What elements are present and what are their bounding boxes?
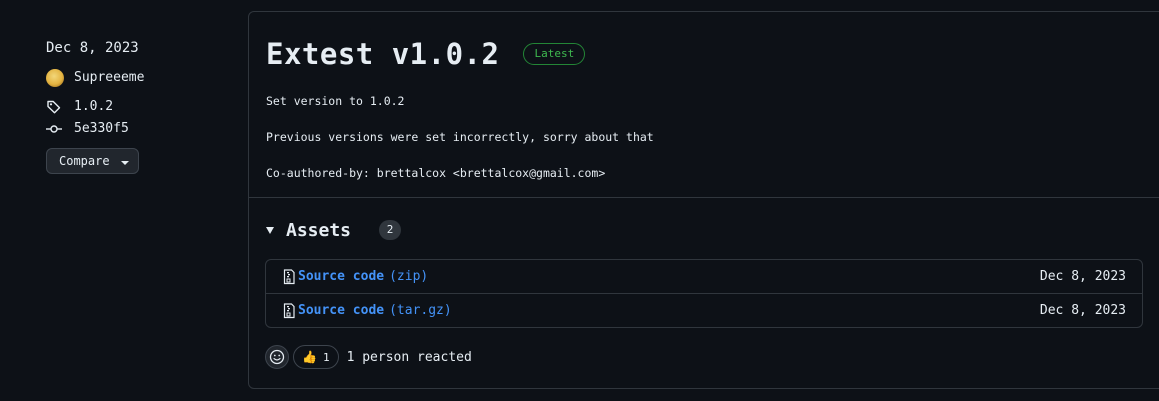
compare-label: Compare (59, 154, 110, 168)
release-notes: Set version to 1.0.2 Previous versions w… (266, 93, 1159, 181)
reaction-count: 1 (322, 350, 330, 364)
asset-date: Dec 8, 2023 (1039, 303, 1126, 318)
file-zip-icon (283, 268, 295, 284)
assets-toggle[interactable]: Assets 2 (265, 218, 1151, 242)
list-item[interactable]: Source code (tar.gz) Dec 8, 2023 (266, 293, 1142, 327)
commit-link[interactable]: 5e330f5 (46, 119, 236, 139)
commit-icon (46, 121, 62, 137)
release-page: Dec 8, 2023 Supreeeme 1.0.2 5e330f5 Comp… (0, 0, 1159, 401)
release-header: Extest v1.0.2 Latest Set version to 1.0.… (249, 12, 1159, 198)
disclosure-triangle-icon (266, 226, 274, 234)
reaction-summary: 1 person reacted (346, 349, 472, 365)
release-note-line: Co-authored-by: brettalcox <brettalcox@g… (266, 166, 606, 180)
asset-ext[interactable]: (zip) (389, 269, 428, 284)
thumbs-up-icon: 👍 (302, 350, 317, 364)
title-row: Extest v1.0.2 Latest (266, 36, 1159, 72)
smiley-icon (269, 349, 285, 365)
thumbs-up-reaction[interactable]: 👍 1 (293, 345, 339, 369)
assets-title: Assets (286, 219, 352, 241)
latest-badge: Latest (523, 43, 586, 65)
release-note-line: Previous versions were set incorrectly, … (266, 130, 654, 144)
commit-sha[interactable]: 5e330f5 (74, 119, 129, 139)
reactions-bar: 👍 1 1 person reacted (265, 345, 1151, 369)
avatar (46, 69, 64, 87)
compare-button[interactable]: Compare (46, 148, 139, 174)
tag-icon (46, 99, 62, 115)
chevron-down-icon (120, 160, 129, 165)
assets-count-badge: 2 (379, 220, 402, 240)
assets-section: Assets 2 Source code (zip) Dec 8, 2023 S… (249, 198, 1159, 369)
file-zip-icon (283, 302, 295, 318)
author-name[interactable]: Supreeeme (74, 68, 144, 88)
tag-link[interactable]: 1.0.2 (46, 97, 236, 117)
add-reaction-button[interactable] (265, 345, 289, 369)
release-card: Extest v1.0.2 Latest Set version to 1.0.… (248, 11, 1159, 389)
release-note-line: Set version to 1.0.2 (266, 94, 405, 108)
asset-date: Dec 8, 2023 (1039, 269, 1126, 284)
list-item[interactable]: Source code (zip) Dec 8, 2023 (266, 260, 1142, 293)
author-link[interactable]: Supreeeme (46, 68, 236, 88)
release-title[interactable]: Extest v1.0.2 (266, 37, 499, 71)
asset-list: Source code (zip) Dec 8, 2023 Source cod… (265, 259, 1143, 328)
tag-name[interactable]: 1.0.2 (74, 97, 113, 117)
asset-link[interactable]: Source code (298, 269, 384, 284)
asset-ext[interactable]: (tar.gz) (389, 303, 452, 318)
release-date: Dec 8, 2023 (46, 40, 139, 56)
release-meta: Dec 8, 2023 Supreeeme 1.0.2 5e330f5 Comp… (46, 38, 236, 174)
asset-link[interactable]: Source code (298, 303, 384, 318)
